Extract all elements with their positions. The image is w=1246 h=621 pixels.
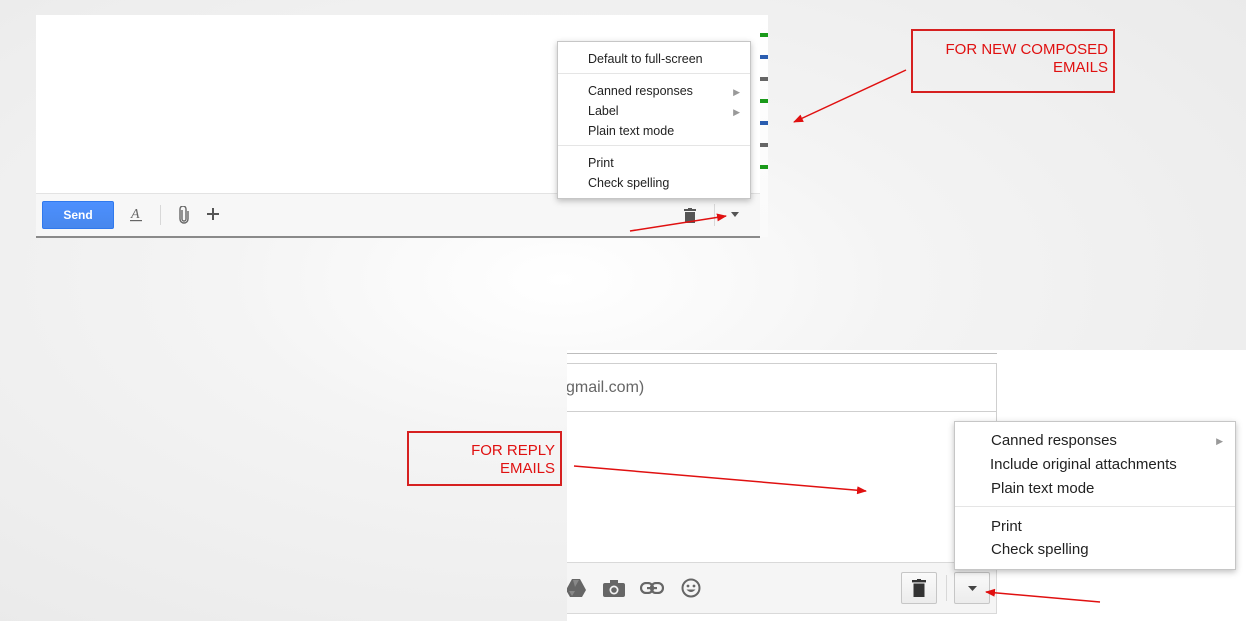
arrow-to-reply-body: [573, 465, 867, 495]
arrow-to-reply-dropdown: [985, 588, 1101, 603]
annotation-arrows: [573, 69, 1101, 603]
arrow-to-compose-dropdown: [629, 213, 727, 232]
arrow-to-compose-menu: [793, 69, 907, 123]
